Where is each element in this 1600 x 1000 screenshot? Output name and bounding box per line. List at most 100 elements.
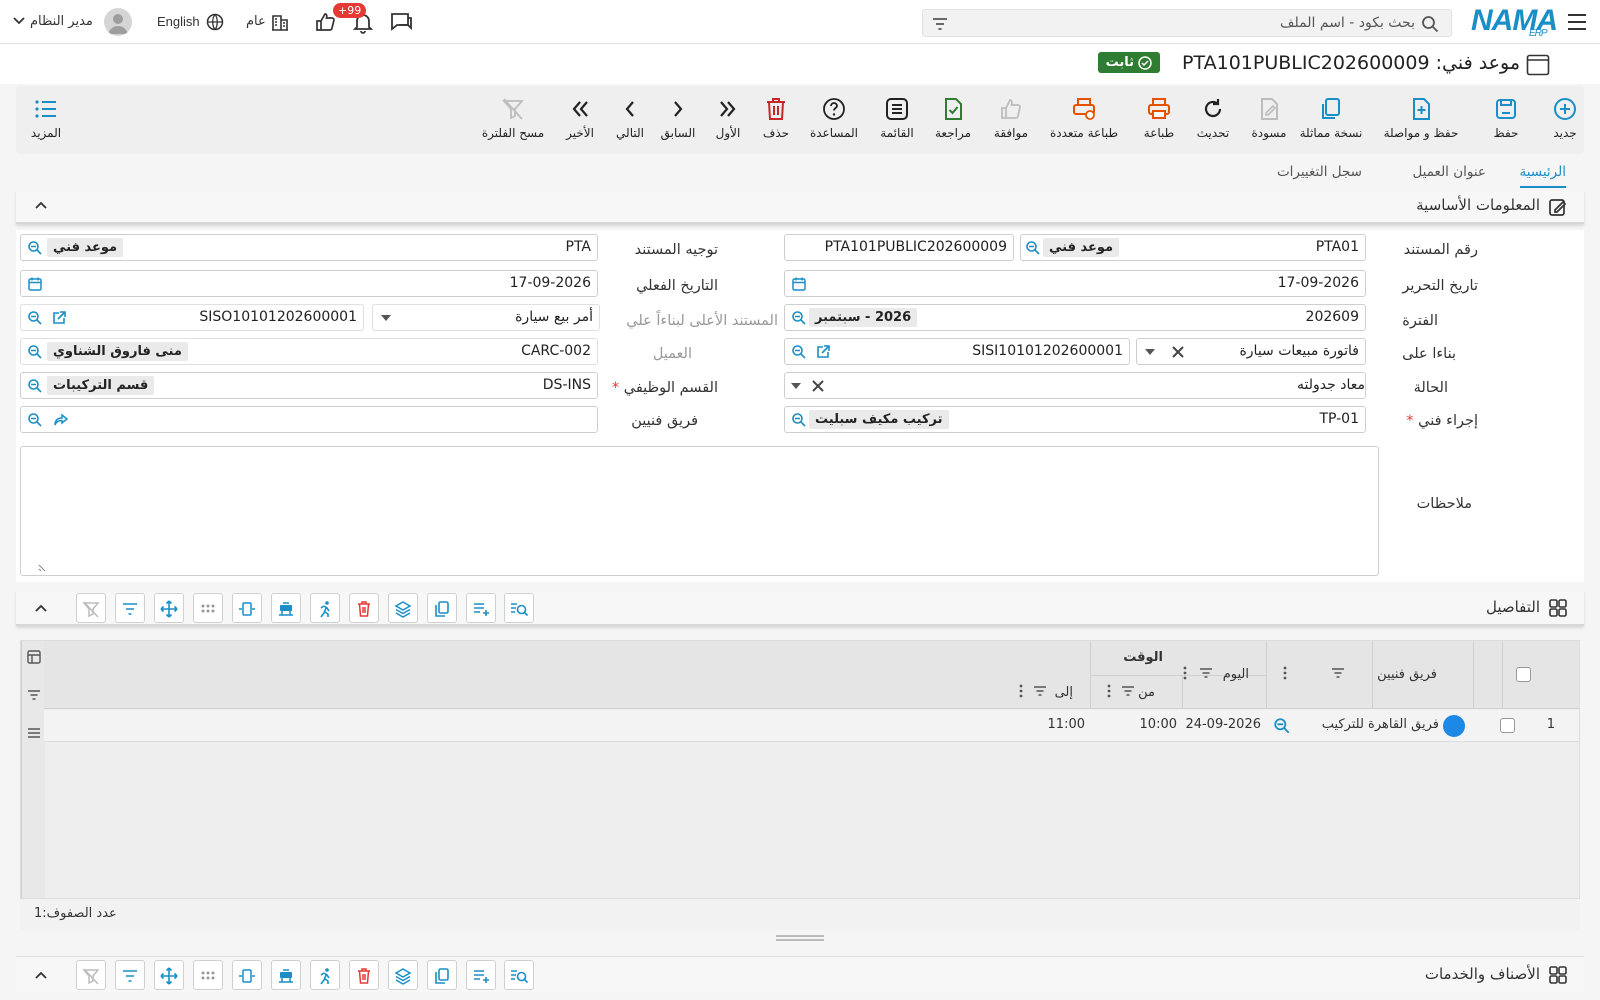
delete-button[interactable]: حذف: [756, 92, 796, 148]
clear-filter-button[interactable]: مسح الفلترة: [478, 92, 548, 148]
row-checkbox[interactable]: [1500, 718, 1515, 733]
calendar-icon[interactable]: [27, 276, 43, 292]
filter-icon[interactable]: [26, 687, 42, 703]
col-day-header[interactable]: اليوم: [1223, 667, 1249, 682]
add-row-button[interactable]: [466, 593, 496, 623]
search-lookup-icon[interactable]: [1025, 240, 1041, 256]
hamburger-menu-icon[interactable]: [1566, 12, 1588, 32]
column-menu-icon[interactable]: [1183, 665, 1187, 681]
move-button[interactable]: [154, 960, 184, 990]
layers-button[interactable]: [388, 960, 418, 990]
search-lookup-icon[interactable]: [27, 378, 43, 394]
doc-number-code-field[interactable]: PTA01 موعد فني: [1020, 234, 1366, 261]
customer-field[interactable]: CARC-002 منى فاروق الشناوي: [20, 338, 598, 365]
select-all-checkbox[interactable]: [1516, 667, 1531, 682]
run-button[interactable]: [310, 593, 340, 623]
status-field[interactable]: معاد جدولته: [784, 372, 1366, 399]
search-lookup-icon[interactable]: [27, 240, 43, 256]
clear-x-icon[interactable]: [1171, 345, 1185, 359]
copy-row-button[interactable]: [427, 960, 457, 990]
delete-row-button[interactable]: [349, 960, 379, 990]
search-lookup-icon[interactable]: [1273, 717, 1291, 735]
chevron-up-icon[interactable]: [34, 603, 48, 613]
language-switch[interactable]: English: [157, 14, 200, 29]
filter-button[interactable]: [115, 960, 145, 990]
nama-erp-logo[interactable]: NAMA ERP: [1471, 4, 1558, 39]
review-button[interactable]: مراجعة: [928, 92, 978, 148]
layers-button[interactable]: [388, 593, 418, 623]
external-link-icon[interactable]: [51, 310, 67, 326]
search-lookup-icon[interactable]: [27, 344, 43, 360]
column-menu-icon[interactable]: [1019, 683, 1023, 699]
fit-columns-button[interactable]: [232, 593, 262, 623]
dropdown-caret-icon[interactable]: [381, 314, 391, 322]
global-search[interactable]: بحث بكود - اسم الملف: [922, 9, 1452, 37]
external-link-icon[interactable]: [815, 344, 831, 360]
parent-doc-number-field[interactable]: SISO10101202600001: [20, 304, 364, 331]
chat-icon[interactable]: [388, 10, 414, 34]
clear-x-icon[interactable]: [811, 379, 825, 393]
doc-number-field[interactable]: PTA101PUBLIC202600009: [784, 234, 1014, 261]
print-button[interactable]: طباعة: [1134, 92, 1184, 148]
team-field[interactable]: [20, 406, 598, 433]
actual-date-field[interactable]: 17-09-2026: [20, 270, 598, 297]
share-arrow-icon[interactable]: [53, 412, 69, 428]
last-record-button[interactable]: الأخير: [560, 92, 600, 148]
period-field[interactable]: 202609 2026 - سبتمبر: [784, 304, 1366, 331]
clear-filter-button[interactable]: [76, 593, 106, 623]
dots-grid-button[interactable]: [193, 593, 223, 623]
multi-print-button[interactable]: طباعة متعددة: [1044, 92, 1124, 148]
column-filter-icon[interactable]: [1033, 685, 1047, 697]
dropdown-caret-icon[interactable]: [1145, 348, 1155, 356]
fit-columns-button[interactable]: [232, 960, 262, 990]
import-button[interactable]: [271, 593, 301, 623]
save-continue-button[interactable]: حفظ و مواصلة: [1376, 92, 1466, 148]
help-button[interactable]: المساعدة: [804, 92, 864, 148]
menu-lines-icon[interactable]: [26, 725, 42, 741]
approve-button[interactable]: موافقة: [986, 92, 1036, 148]
tab-customer-address[interactable]: عنوان العميل: [1412, 164, 1486, 180]
run-button[interactable]: [310, 960, 340, 990]
first-record-button[interactable]: الأول: [708, 92, 748, 148]
col-to-header[interactable]: إلى: [1055, 685, 1073, 700]
grid-search-button[interactable]: [504, 593, 534, 623]
delete-row-button[interactable]: [349, 593, 379, 623]
clear-filter-button[interactable]: [76, 960, 106, 990]
based-on-number-field[interactable]: SISI10101202600001: [784, 338, 1130, 365]
calendar-icon[interactable]: [791, 276, 807, 292]
search-lookup-icon[interactable]: [791, 344, 807, 360]
column-menu-icon[interactable]: [1107, 683, 1111, 699]
procedure-field[interactable]: TP-01 تركيب مكيف سبليت: [784, 406, 1366, 433]
col-team-header[interactable]: فريق فنيين: [1377, 667, 1437, 682]
tab-main[interactable]: الرئيسية: [1519, 164, 1566, 188]
grid-search-button[interactable]: [504, 960, 534, 990]
column-filter-icon[interactable]: [1331, 667, 1345, 679]
copy-row-button[interactable]: [427, 593, 457, 623]
search-lookup-icon[interactable]: [27, 412, 43, 428]
doc-direction-field[interactable]: PTA موعد فني: [20, 234, 598, 261]
copy-button[interactable]: نسخة مماثلة: [1296, 92, 1366, 148]
user-name[interactable]: مدير النظام: [30, 14, 93, 29]
department-field[interactable]: DS-INS قسم التركيبات: [20, 372, 598, 399]
table-row[interactable]: 1 فريق القاهرة للتركيب 24-09-2026 10:00 …: [44, 710, 1579, 742]
previous-record-button[interactable]: السابق: [658, 92, 698, 148]
tab-change-log[interactable]: سجل التغييرات: [1277, 164, 1362, 180]
branch-selector[interactable]: عام: [246, 14, 266, 29]
new-button[interactable]: جديد: [1530, 92, 1600, 148]
avatar[interactable]: [104, 8, 132, 36]
parent-doc-type-field[interactable]: أمر بيع سيارة: [372, 304, 600, 331]
add-row-button[interactable]: [466, 960, 496, 990]
search-lookup-icon[interactable]: [791, 310, 807, 326]
import-button[interactable]: [271, 960, 301, 990]
basic-info-header[interactable]: المعلومات الأساسية: [16, 190, 1584, 224]
resize-grip-icon[interactable]: [776, 934, 824, 942]
search-lookup-icon[interactable]: [791, 412, 807, 428]
like-icon[interactable]: [314, 11, 336, 33]
filter-icon[interactable]: [931, 16, 949, 32]
column-filter-icon[interactable]: [1199, 667, 1213, 679]
save-button[interactable]: حفظ: [1486, 92, 1526, 148]
dots-grid-button[interactable]: [193, 960, 223, 990]
based-on-type-field[interactable]: فاتورة مبيعات سيارة: [1136, 338, 1366, 365]
next-record-button[interactable]: التالي: [610, 92, 650, 148]
chevron-up-icon[interactable]: [34, 200, 48, 210]
